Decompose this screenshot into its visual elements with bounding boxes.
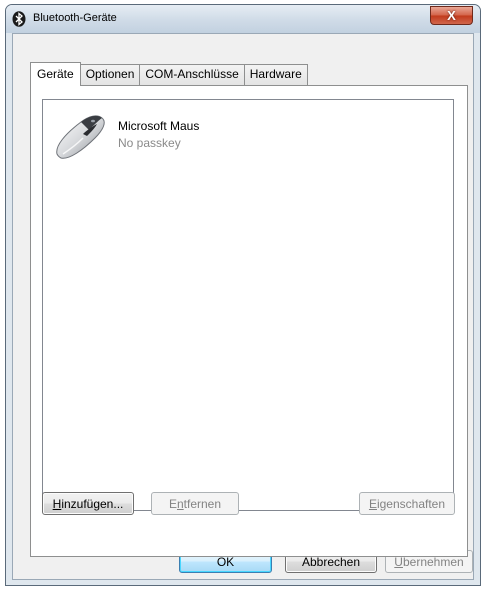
dialog-client-area: Geräte Optionen COM-Anschlüsse Hardware <box>12 33 474 580</box>
mouse-icon <box>56 115 105 159</box>
tab-label: Geräte <box>37 67 74 81</box>
add-device-button[interactable]: Hinzufügen... <box>42 492 134 515</box>
button-label: igenschaften <box>376 496 446 511</box>
tab-com-anschluesse[interactable]: COM-Anschlüsse <box>139 64 245 85</box>
button-label: inzufügen... <box>61 496 124 511</box>
mnemonic: H <box>52 496 62 511</box>
tab-hardware[interactable]: Hardware <box>243 64 308 85</box>
close-icon: X <box>447 8 456 23</box>
button-label-start: E <box>168 496 177 511</box>
tab-strip: Geräte Optionen COM-Anschlüsse Hardware <box>30 62 308 86</box>
device-list[interactable]: Microsoft Maus No passkey <box>42 99 454 511</box>
tab-optionen[interactable]: Optionen <box>79 64 141 85</box>
mnemonic: n <box>176 496 184 511</box>
tab-label: Optionen <box>85 67 135 81</box>
properties-button[interactable]: Eigenschaften <box>359 492 455 515</box>
tab-geraete[interactable]: Geräte <box>30 62 81 86</box>
tab-label: Hardware <box>249 67 302 81</box>
list-item[interactable]: Microsoft Maus No passkey <box>53 110 303 160</box>
close-button[interactable]: X <box>430 6 473 25</box>
button-label: tfernen <box>183 496 222 511</box>
bluetooth-icon <box>12 11 26 27</box>
window-title: Bluetooth-Geräte <box>33 12 117 24</box>
remove-device-button[interactable]: En tfernen <box>151 492 239 515</box>
mnemonic: E <box>368 496 377 511</box>
tab-label: COM-Anschlüsse <box>145 67 239 81</box>
device-name: Microsoft Maus <box>118 119 200 133</box>
title-bar[interactable]: Bluetooth-Geräte X <box>6 5 480 33</box>
dialog-window: Bluetooth-Geräte X Geräte Optionen COM-A… <box>5 4 481 586</box>
device-status: No passkey <box>118 136 181 150</box>
